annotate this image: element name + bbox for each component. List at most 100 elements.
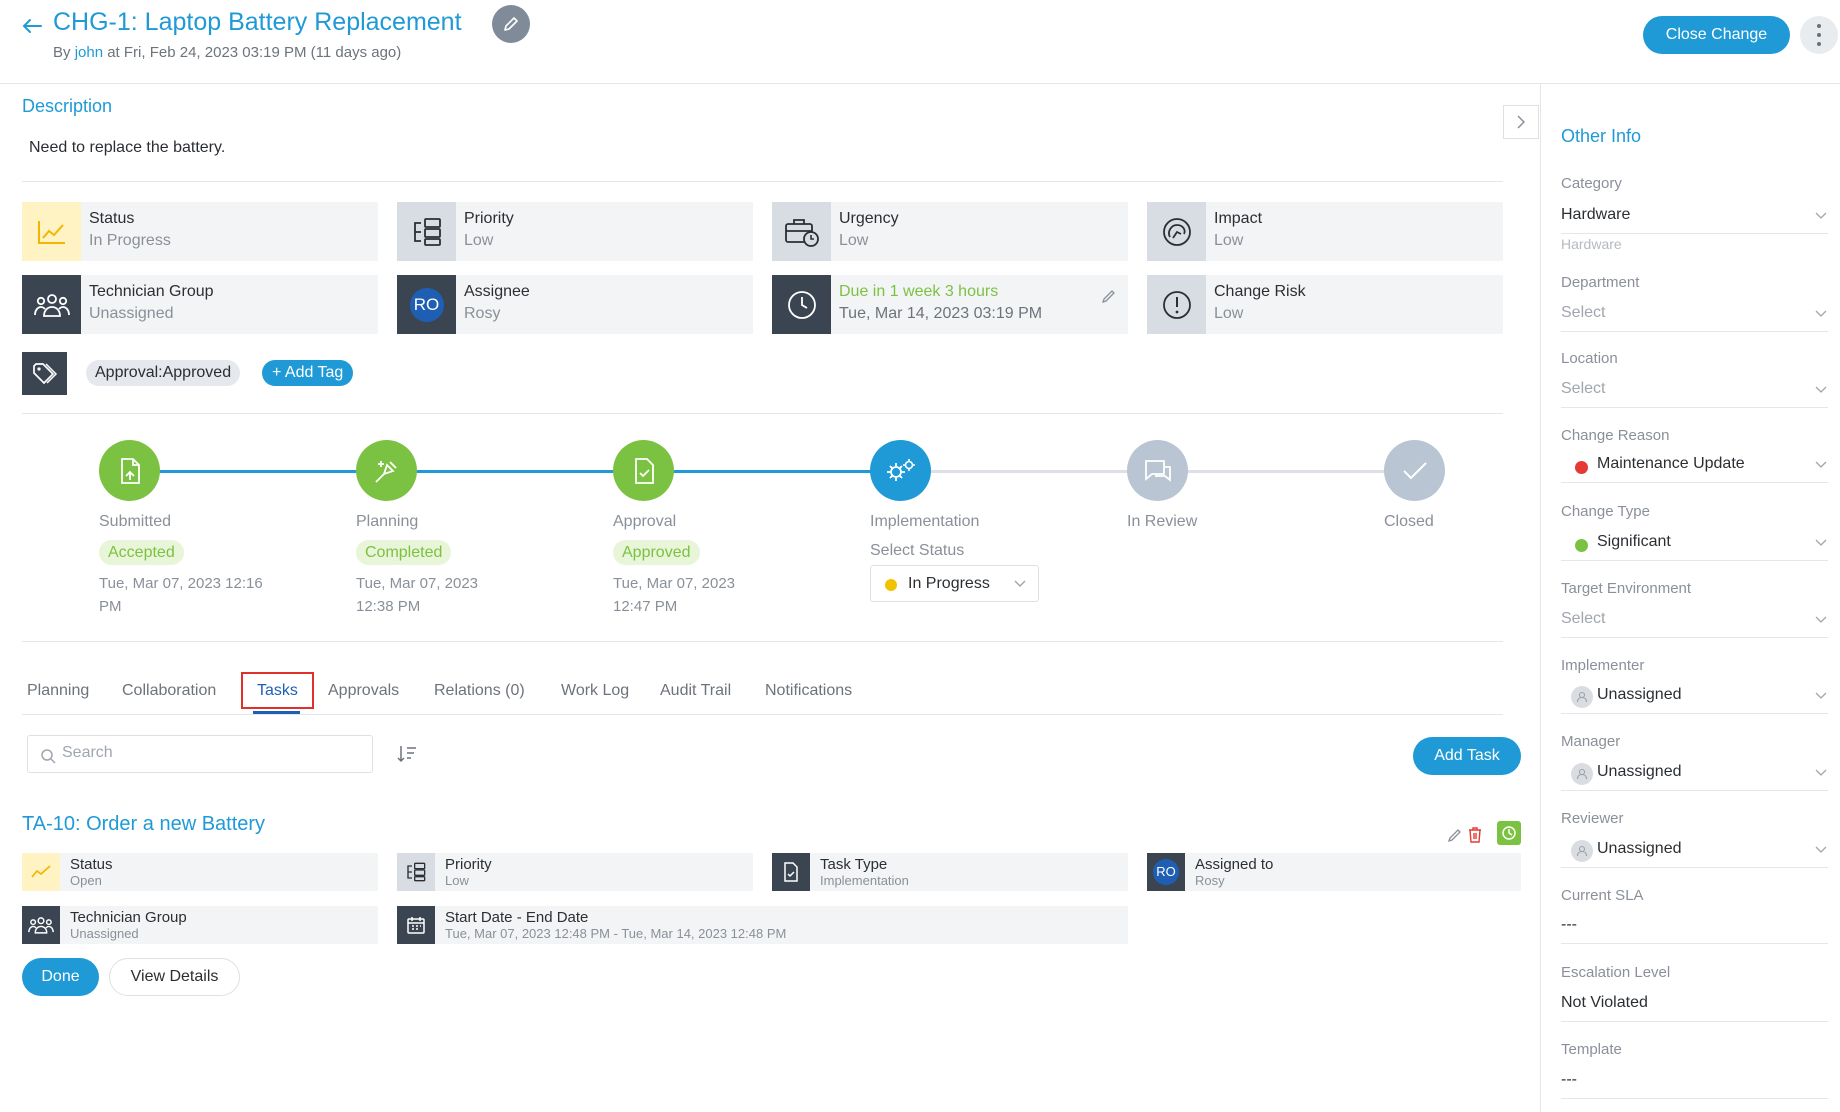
step-closed-name: Closed <box>1384 513 1434 530</box>
task-type-card[interactable]: Task Type Implementation <box>772 853 1128 891</box>
task-status-card[interactable]: Status Open <box>22 853 378 891</box>
chevron-down-icon <box>1815 386 1827 393</box>
category-select[interactable]: Hardware <box>1561 200 1828 234</box>
chevron-down-icon <box>1815 461 1827 468</box>
edit-title-button[interactable] <box>492 5 530 43</box>
change-reason-label: Change Reason <box>1561 427 1670 444</box>
tab-collaboration[interactable]: Collaboration <box>122 682 216 700</box>
step-implementation-icon[interactable] <box>870 440 931 501</box>
chevron-down-icon <box>1815 310 1827 317</box>
location-label: Location <box>1561 350 1618 367</box>
task-technician-group-card[interactable]: Technician Group Unassigned <box>22 906 378 944</box>
tab-notifications[interactable]: Notifications <box>765 682 852 700</box>
task-timer-icon[interactable] <box>1497 821 1521 845</box>
add-task-button[interactable]: Add Task <box>1413 737 1521 775</box>
tab-work-log[interactable]: Work Log <box>561 682 629 700</box>
change-risk-card[interactable]: Change Risk Low <box>1147 275 1503 334</box>
add-tag-button[interactable]: + Add Tag <box>262 360 354 386</box>
technician-group-card[interactable]: Technician Group Unassigned <box>22 275 378 334</box>
tab-approvals[interactable]: Approvals <box>328 682 399 700</box>
byline: By john at Fri, Feb 24, 2023 03:19 PM (1… <box>53 44 402 61</box>
more-options-button[interactable] <box>1800 16 1838 54</box>
edit-task-pencil-icon[interactable] <box>1447 827 1463 843</box>
user-avatar-icon <box>1571 686 1593 708</box>
chevron-right-icon <box>1517 115 1526 129</box>
priority-flow-icon <box>397 202 456 261</box>
tab-planning[interactable]: Planning <box>27 682 89 700</box>
chevron-down-icon <box>1815 616 1827 623</box>
change-type-select[interactable]: Significant <box>1561 527 1828 561</box>
step-in-review-name: In Review <box>1127 513 1198 530</box>
tag-icon <box>22 352 67 395</box>
search-icon <box>41 749 56 764</box>
step-approval-date: Tue, Mar 07, 2023 12:47 PM <box>613 575 736 615</box>
divider <box>22 413 1503 414</box>
progress-line-done <box>159 470 929 473</box>
other-info-heading: Other Info <box>1561 126 1642 146</box>
edit-due-pencil-icon[interactable] <box>1101 288 1117 304</box>
chevron-down-icon <box>1815 692 1827 699</box>
target-environment-select[interactable]: Select <box>1561 604 1828 638</box>
priority-card[interactable]: Priority Low <box>397 202 753 261</box>
task-dates-card[interactable]: Start Date - End Date Tue, Mar 07, 2023 … <box>397 906 1128 944</box>
step-in-review-icon[interactable] <box>1127 440 1188 501</box>
task-assigned-card[interactable]: RO Assigned to Rosy <box>1147 853 1521 891</box>
template-label: Template <box>1561 1041 1622 1058</box>
manager-label: Manager <box>1561 733 1621 750</box>
step-implementation-name: Implementation <box>870 513 980 530</box>
implementation-status-select[interactable]: In Progress <box>870 565 1039 602</box>
description-text: Need to replace the battery. <box>29 139 226 156</box>
collapse-panel-button[interactable] <box>1503 105 1539 139</box>
select-status-label: Select Status <box>870 542 965 559</box>
tab-relations[interactable]: Relations (0) <box>434 682 525 700</box>
step-submitted-icon[interactable] <box>99 440 160 501</box>
department-label: Department <box>1561 274 1640 291</box>
reviewer-select[interactable]: Unassigned <box>1561 834 1828 868</box>
back-arrow-icon[interactable] <box>20 14 44 38</box>
impact-card[interactable]: Impact Low <box>1147 202 1503 261</box>
location-select[interactable]: Select <box>1561 374 1828 408</box>
department-select[interactable]: Select <box>1561 298 1828 332</box>
user-avatar-icon <box>1571 840 1593 862</box>
task-document-icon <box>772 853 810 891</box>
step-approval-icon[interactable] <box>613 440 674 501</box>
close-change-button[interactable]: Close Change <box>1643 16 1790 54</box>
active-tab-highlight <box>241 672 314 709</box>
assignee-card[interactable]: RO Assignee Rosy <box>397 275 753 334</box>
chevron-down-icon <box>1815 846 1827 853</box>
user-avatar-icon <box>1571 763 1593 785</box>
search-input[interactable] <box>62 744 362 762</box>
urgency-card[interactable]: Urgency Low <box>772 202 1128 261</box>
change-reason-select[interactable]: Maintenance Update <box>1561 449 1828 483</box>
step-closed-icon[interactable] <box>1384 440 1445 501</box>
author-link[interactable]: john <box>75 44 103 61</box>
calendar-icon <box>397 906 435 944</box>
divider <box>22 714 1503 715</box>
page-title: CHG-1: Laptop Battery Replacement <box>53 8 462 36</box>
category-label: Category <box>1561 175 1622 192</box>
tag-chip[interactable]: Approval:Approved <box>86 360 241 386</box>
done-button[interactable]: Done <box>22 958 99 996</box>
task-search-box[interactable] <box>27 735 373 773</box>
more-dots-icon <box>1817 24 1821 28</box>
chart-line-icon <box>22 853 60 891</box>
implementer-select[interactable]: Unassigned <box>1561 680 1828 714</box>
change-type-label: Change Type <box>1561 503 1650 520</box>
status-card[interactable]: Status In Progress <box>22 202 378 261</box>
chevron-down-icon <box>1815 212 1827 219</box>
tab-audit-trail[interactable]: Audit Trail <box>660 682 731 700</box>
task-priority-card[interactable]: Priority Low <box>397 853 753 891</box>
delete-task-trash-icon[interactable] <box>1467 826 1483 844</box>
manager-select[interactable]: Unassigned <box>1561 757 1828 791</box>
task-title-link[interactable]: TA-10: Order a new Battery <box>22 813 265 836</box>
step-planning-icon[interactable] <box>356 440 417 501</box>
divider <box>22 181 1503 182</box>
step-submitted-status: Accepted <box>99 540 184 565</box>
due-card[interactable]: Due in 1 week 3 hours Tue, Mar 14, 2023 … <box>772 275 1128 334</box>
pencil-icon <box>504 17 518 31</box>
target-environment-label: Target Environment <box>1561 580 1692 597</box>
description-heading: Description <box>22 96 113 116</box>
impact-icon <box>1147 202 1206 261</box>
sort-icon[interactable] <box>396 744 418 764</box>
view-details-button[interactable]: View Details <box>109 958 240 996</box>
